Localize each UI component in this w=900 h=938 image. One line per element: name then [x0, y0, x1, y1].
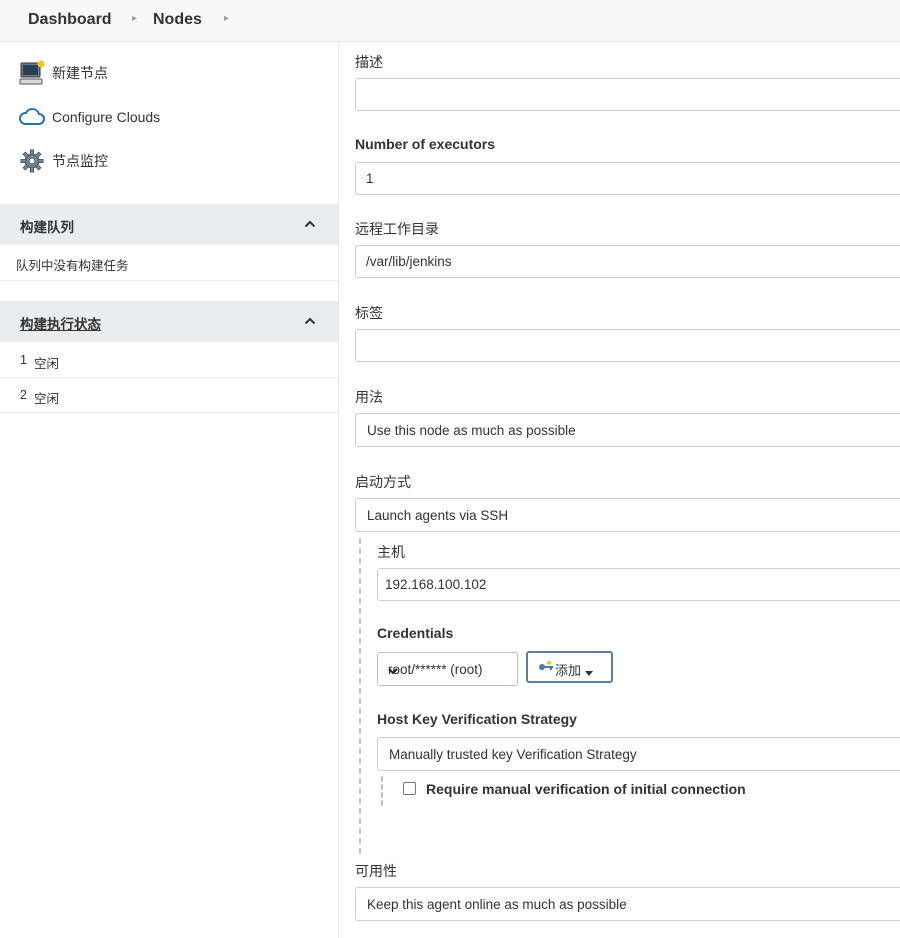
computer-icon — [18, 59, 46, 87]
executor-status-header[interactable]: 构建执行状态 — [0, 301, 338, 342]
executor-status: 空闲 — [34, 357, 60, 371]
credentials-select[interactable]: root/****** (root) — [377, 652, 518, 686]
sidebar-task-configure-clouds[interactable]: Configure Clouds — [18, 103, 160, 131]
host-key-strategy-select[interactable]: Manually trusted key Verification Strate… — [377, 737, 900, 771]
executor-number: 1 — [20, 353, 27, 367]
executor-status-title[interactable]: 构建执行状态 — [20, 313, 101, 333]
breadcrumb-nodes[interactable]: Nodes — [153, 11, 202, 29]
host-key-strategy-label: Host Key Verification Strategy — [377, 711, 577, 727]
availability-selected: Keep this agent online as much as possib… — [367, 897, 627, 912]
host-key-strategy-selected: Manually trusted key Verification Strate… — [389, 747, 637, 762]
description-label: 描述 — [355, 54, 383, 70]
nested-section-divider — [381, 776, 383, 806]
availability-label: 可用性 — [355, 863, 397, 879]
executors-label: Number of executors — [355, 136, 496, 152]
remote-dir-input[interactable]: /var/lib/jenkins — [355, 245, 900, 278]
collapse-chevron-icon[interactable] — [304, 217, 316, 233]
credentials-label: Credentials — [377, 625, 454, 641]
add-credentials-button[interactable]: 添加 — [526, 651, 613, 683]
sidebar: 新建节点 Configure Clouds 节点监控 构建队列 队列中没有构建任… — [0, 42, 339, 938]
launch-method-selected: Launch agents via SSH — [367, 508, 509, 523]
collapse-chevron-icon[interactable] — [304, 314, 316, 330]
description-input[interactable] — [355, 78, 900, 111]
nested-section-divider — [359, 538, 361, 854]
availability-select[interactable]: Keep this agent online as much as possib… — [355, 887, 900, 921]
breadcrumb: Dashboard ▸ Nodes ▸ — [0, 0, 900, 42]
launch-method-label: 启动方式 — [355, 474, 411, 490]
require-manual-verification-checkbox[interactable] — [403, 782, 416, 795]
executor-status: 空闲 — [34, 392, 60, 406]
host-label: 主机 — [377, 544, 405, 560]
labels-input[interactable] — [355, 329, 900, 362]
gear-icon — [18, 147, 46, 175]
sidebar-task-label: Configure Clouds — [52, 109, 161, 125]
caret-down-icon — [585, 665, 593, 680]
remote-dir-label: 远程工作目录 — [355, 221, 439, 237]
usage-label: 用法 — [355, 389, 383, 405]
breadcrumb-dashboard[interactable]: Dashboard — [28, 11, 112, 29]
breadcrumb-chevron-icon[interactable]: ▸ — [224, 13, 229, 24]
cloud-icon — [18, 103, 46, 131]
build-queue-empty: 队列中没有构建任务 — [0, 245, 338, 281]
usage-select[interactable]: Use this node as much as possible — [355, 413, 900, 447]
usage-selected: Use this node as much as possible — [367, 423, 576, 438]
sidebar-task-new-node[interactable]: 新建节点 — [18, 59, 108, 87]
breadcrumb-chevron-icon[interactable]: ▸ — [132, 13, 137, 24]
add-credentials-label: 添加 — [555, 663, 582, 678]
build-queue-empty-text: 队列中没有构建任务 — [16, 259, 129, 273]
sidebar-task-label: 新建节点 — [52, 65, 108, 81]
executors-input[interactable]: 1 — [355, 162, 900, 195]
launch-method-select[interactable]: Launch agents via SSH — [355, 498, 900, 532]
host-input[interactable]: 192.168.100.102 — [377, 568, 900, 601]
remote-dir-value: /var/lib/jenkins — [366, 254, 452, 269]
host-value: 192.168.100.102 — [385, 577, 487, 592]
build-queue-title: 构建队列 — [20, 220, 74, 235]
executor-number: 2 — [20, 388, 27, 402]
executor-row: 1 空闲 — [0, 343, 338, 378]
chevron-down-icon — [388, 664, 511, 679]
build-queue-header[interactable]: 构建队列 — [0, 204, 338, 245]
sidebar-task-node-monitor[interactable]: 节点监控 — [18, 147, 108, 175]
sidebar-task-label: 节点监控 — [52, 153, 108, 169]
labels-label: 标签 — [355, 305, 383, 321]
executors-value: 1 — [366, 171, 374, 186]
executor-row: 2 空闲 — [0, 378, 338, 413]
require-manual-verification-label[interactable]: Require manual verification of initial c… — [426, 781, 746, 797]
key-icon — [538, 661, 554, 676]
